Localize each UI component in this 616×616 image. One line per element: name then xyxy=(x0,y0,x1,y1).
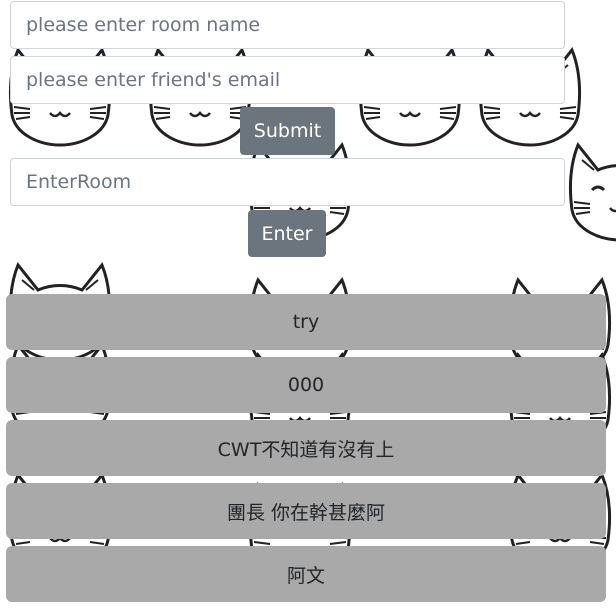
room-name-input[interactable] xyxy=(10,1,565,49)
enter-button[interactable]: Enter xyxy=(248,210,326,257)
room-item[interactable]: 000 xyxy=(6,357,606,413)
page: Submit Enter try 000 CWT不知道有沒有上 團長 你在幹甚麼… xyxy=(0,0,616,616)
submit-button[interactable]: Submit xyxy=(240,107,335,155)
enter-room-input[interactable] xyxy=(10,158,565,206)
enter-room-form: Enter xyxy=(0,155,616,265)
room-list: try 000 CWT不知道有沒有上 團長 你在幹甚麼阿 阿文 xyxy=(6,294,606,609)
room-item[interactable]: CWT不知道有沒有上 xyxy=(6,420,606,476)
room-item[interactable]: 團長 你在幹甚麼阿 xyxy=(6,483,606,539)
create-room-form: Submit xyxy=(0,0,616,160)
room-item[interactable]: try xyxy=(6,294,606,350)
friend-email-input[interactable] xyxy=(10,56,565,104)
room-item[interactable]: 阿文 xyxy=(6,546,606,602)
